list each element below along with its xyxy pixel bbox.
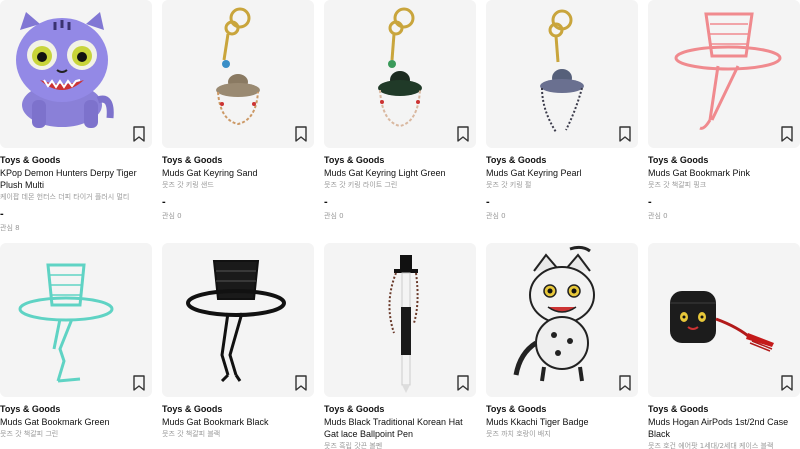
gat-keyring-icon: [216, 7, 260, 126]
product-name[interactable]: Muds Gat Keyring Pearl: [486, 167, 638, 179]
product-name[interactable]: Muds Gat Keyring Light Green: [324, 167, 476, 179]
bookmark-icon[interactable]: [132, 375, 146, 391]
product-category: Toys & Goods: [162, 404, 223, 414]
bookmark-icon[interactable]: [780, 375, 794, 391]
product-grid: Toys & Goods KPop Demon Hunters Derpy Ti…: [0, 0, 800, 449]
interest-count: 관심 0: [648, 212, 668, 220]
product-card[interactable]: Toys & Goods KPop Demon Hunters Derpy Ti…: [0, 0, 152, 233]
product-image[interactable]: [648, 243, 800, 397]
bookmark-icon[interactable]: [618, 126, 632, 142]
product-card[interactable]: Toys & Goods Muds Kkachi Tiger Badge 뭇즈 …: [486, 243, 638, 449]
product-category: Toys & Goods: [486, 155, 547, 165]
product-image[interactable]: [324, 243, 476, 397]
product-image[interactable]: [486, 243, 638, 397]
product-name[interactable]: KPop Demon Hunters Derpy Tiger Plush Mul…: [0, 167, 152, 191]
product-category: Toys & Goods: [0, 155, 61, 165]
product-card[interactable]: Toys & Goods Muds Gat Bookmark Pink 뭇즈 갓…: [648, 0, 800, 221]
product-category: Toys & Goods: [648, 404, 709, 414]
product-name[interactable]: Muds Kkachi Tiger Badge: [486, 416, 638, 428]
gat-pen-icon: [388, 255, 419, 393]
product-name-korean: 뭇즈 갓 책갈피 그린: [0, 430, 59, 438]
product-category: Toys & Goods: [324, 404, 385, 414]
gat-bookmark-icon: [18, 263, 114, 383]
product-image[interactable]: [162, 0, 314, 148]
product-name-korean: 케이팝 데몬 헌터스 더피 타이거 플러시 멀티: [0, 193, 130, 201]
gat-bookmark-icon: [186, 260, 286, 383]
product-card[interactable]: Toys & Goods Muds Gat Keyring Pearl 뭇즈 갓…: [486, 0, 638, 221]
product-price: -: [162, 196, 166, 208]
product-price: -: [0, 445, 152, 449]
interest-count: 관심 0: [162, 212, 182, 220]
bookmark-icon[interactable]: [618, 375, 632, 391]
product-price: -: [648, 196, 652, 208]
product-card[interactable]: Toys & Goods Muds Gat Bookmark Black 뭇즈 …: [162, 243, 314, 449]
product-image[interactable]: [486, 0, 638, 148]
airpods-case-icon: [670, 291, 774, 352]
product-image[interactable]: [0, 243, 152, 397]
product-price: -: [324, 196, 328, 208]
gat-bookmark-icon: [674, 12, 782, 130]
product-card[interactable]: Toys & Goods Muds Gat Keyring Sand 뭇즈 갓 …: [162, 0, 314, 221]
product-image[interactable]: [0, 0, 152, 148]
product-name-korean: 뭇즈 갓 책갈피 핑크: [648, 181, 707, 189]
product-price: -: [486, 196, 490, 208]
product-name[interactable]: Muds Gat Bookmark Green: [0, 416, 152, 428]
bookmark-icon[interactable]: [456, 375, 470, 391]
product-name-korean: 뭇즈 갓 책갈피 블랙: [162, 430, 221, 438]
interest-count: 관심 8: [0, 224, 20, 232]
product-name-korean: 뭇즈 까치 호랑이 배지: [486, 430, 551, 438]
product-category: Toys & Goods: [648, 155, 709, 165]
gat-keyring-icon: [378, 7, 422, 128]
tiger-badge-icon: [513, 245, 595, 382]
product-price: -: [0, 208, 4, 220]
interest-count: 관심 0: [486, 212, 506, 220]
product-price: -: [162, 445, 314, 449]
product-card[interactable]: Toys & Goods Muds Hogan AirPods 1st/2nd …: [648, 243, 800, 449]
product-name[interactable]: Muds Gat Bookmark Black: [162, 416, 314, 428]
product-category: Toys & Goods: [324, 155, 385, 165]
product-name[interactable]: Muds Hogan AirPods 1st/2nd Case Black: [648, 416, 800, 440]
product-card[interactable]: Toys & Goods Muds Gat Bookmark Green 뭇즈 …: [0, 243, 152, 449]
product-name-korean: 뭇즈 갓 키링 라이트 그린: [324, 181, 398, 189]
product-name-korean: 뭇즈 호건 에어팟 1세대/2세대 케이스 블랙: [648, 442, 774, 449]
product-card[interactable]: Toys & Goods Muds Gat Keyring Light Gree…: [324, 0, 476, 221]
product-category: Toys & Goods: [0, 404, 61, 414]
product-name[interactable]: Muds Gat Bookmark Pink: [648, 167, 800, 179]
product-category: Toys & Goods: [486, 404, 547, 414]
product-name-korean: 뭇즈 갓 키링 펄: [486, 181, 532, 189]
product-name[interactable]: Muds Black Traditional Korean Hat Gat la…: [324, 416, 476, 440]
gat-keyring-icon: [540, 9, 584, 133]
bookmark-icon[interactable]: [780, 126, 794, 142]
product-image[interactable]: [648, 0, 800, 148]
bookmark-icon[interactable]: [294, 375, 308, 391]
product-name[interactable]: Muds Gat Keyring Sand: [162, 167, 314, 179]
product-name-korean: 뭇즈 갓 키링 샌드: [162, 181, 214, 189]
bookmark-icon[interactable]: [456, 126, 470, 142]
product-image[interactable]: [162, 243, 314, 397]
bookmark-icon[interactable]: [294, 126, 308, 142]
interest-count: 관심 0: [324, 212, 344, 220]
product-card[interactable]: Toys & Goods Muds Black Traditional Kore…: [324, 243, 476, 449]
bookmark-icon[interactable]: [132, 126, 146, 142]
product-name-korean: 뭇즈 흑립 갓끈 볼펜: [324, 442, 383, 449]
tiger-plush-icon: [16, 12, 114, 128]
product-image[interactable]: [324, 0, 476, 148]
product-price: -: [486, 445, 638, 449]
product-category: Toys & Goods: [162, 155, 223, 165]
